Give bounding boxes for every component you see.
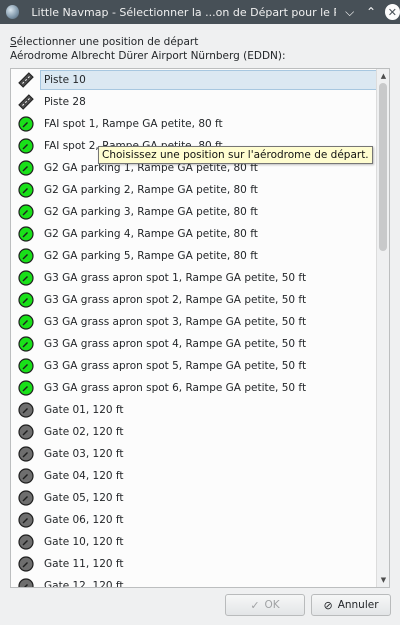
list-item[interactable]: G2 GA parking 4, Rampe GA petite, 80 ft	[11, 223, 377, 245]
list-item-label: Gate 04, 120 ft	[44, 470, 124, 482]
chevron-down-icon[interactable]: ⌵	[342, 4, 357, 20]
globe-icon[interactable]	[6, 5, 20, 19]
gate-icon	[18, 468, 34, 484]
parking-icon	[18, 160, 34, 176]
gate-icon	[18, 578, 34, 587]
chevron-up-icon[interactable]: ⌃	[363, 4, 378, 20]
list-item-label: Gate 10, 120 ft	[44, 536, 124, 548]
list-item-label: G3 GA grass apron spot 2, Rampe GA petit…	[44, 294, 307, 306]
list-item[interactable]: Gate 01, 120 ft	[11, 399, 377, 421]
parking-icon	[18, 226, 34, 242]
list-item[interactable]: G3 GA grass apron spot 4, Rampe GA petit…	[11, 333, 377, 355]
scrollbar-thumb[interactable]	[379, 83, 387, 251]
parking-icon	[18, 182, 34, 198]
check-icon: ✓	[250, 598, 260, 612]
list-item-label: Gate 02, 120 ft	[44, 426, 124, 438]
list-item[interactable]: Gate 12, 120 ft	[11, 575, 377, 588]
list-item[interactable]: G3 GA grass apron spot 5, Rampe GA petit…	[11, 355, 377, 377]
list-item-label: G3 GA grass apron spot 3, Rampe GA petit…	[44, 316, 307, 328]
parking-icon	[18, 380, 34, 396]
gate-icon	[18, 446, 34, 462]
list-item-label: Gate 05, 120 ft	[44, 492, 124, 504]
list-item[interactable]: Piste 28	[11, 91, 377, 113]
list-item[interactable]: Gate 06, 120 ft	[11, 509, 377, 531]
list-item-label: Gate 12, 120 ft	[44, 580, 124, 588]
gate-icon	[18, 402, 34, 418]
list-item[interactable]: G3 GA grass apron spot 6, Rampe GA petit…	[11, 377, 377, 399]
select-start-position-label: Sélectionner une position de départ	[10, 36, 198, 48]
list-item[interactable]: Gate 04, 120 ft	[11, 465, 377, 487]
list-item[interactable]: Gate 05, 120 ft	[11, 487, 377, 509]
parking-icon	[18, 358, 34, 374]
list-item[interactable]: G2 GA parking 2, Rampe GA petite, 80 ft	[11, 179, 377, 201]
list-item-label: Piste 28	[44, 96, 86, 108]
list-item-label: G3 GA grass apron spot 6, Rampe GA petit…	[44, 382, 307, 394]
cancel-button-label: Annuler	[337, 599, 379, 611]
cancel-button[interactable]: ⊘ Annuler	[311, 594, 391, 616]
close-icon[interactable]: ✕	[384, 4, 400, 20]
list-item[interactable]: Piste 10	[11, 69, 377, 91]
list-item-label: G2 GA parking 3, Rampe GA petite, 80 ft	[44, 206, 258, 218]
list-item[interactable]: G3 GA grass apron spot 1, Rampe GA petit…	[11, 267, 377, 289]
parking-icon	[18, 270, 34, 286]
list-item-label: G2 GA parking 4, Rampe GA petite, 80 ft	[44, 228, 258, 240]
gate-icon	[18, 490, 34, 506]
gate-icon	[18, 534, 34, 550]
parking-icon	[18, 138, 34, 154]
list-item-label: G3 GA grass apron spot 1, Rampe GA petit…	[44, 272, 307, 284]
cancel-icon: ⊘	[323, 598, 333, 612]
scroll-down-arrow-icon[interactable]: ▼	[377, 574, 389, 586]
parking-icon	[18, 314, 34, 330]
list-item[interactable]: G3 GA grass apron spot 2, Rampe GA petit…	[11, 289, 377, 311]
title-bar: Little Navmap - Sélectionner la ...on de…	[0, 0, 400, 24]
window-title: Little Navmap - Sélectionner la ...on de…	[31, 5, 336, 19]
parking-icon	[18, 292, 34, 308]
runway-icon	[18, 94, 34, 110]
parking-icon	[18, 248, 34, 264]
ok-button[interactable]: ✓ OK	[225, 594, 305, 616]
list-item[interactable]: G3 GA grass apron spot 3, Rampe GA petit…	[11, 311, 377, 333]
list-item-label: G2 GA parking 5, Rampe GA petite, 80 ft	[44, 250, 258, 262]
airport-label: Aérodrome Albrecht Dürer Airport Nürnber…	[10, 50, 286, 62]
list-item[interactable]: Gate 11, 120 ft	[11, 553, 377, 575]
list-item-label: Gate 11, 120 ft	[44, 558, 124, 570]
list-item-label: Piste 10	[40, 70, 377, 90]
gate-icon	[18, 424, 34, 440]
list-item-label: G2 GA parking 2, Rampe GA petite, 80 ft	[44, 184, 258, 196]
scroll-up-arrow-icon[interactable]: ▲	[377, 70, 389, 82]
tooltip: Choisissez une position sur l'aérodrome …	[98, 146, 373, 164]
parking-icon	[18, 116, 34, 132]
list-item[interactable]: FAI spot 1, Rampe GA petite, 80 ft	[11, 113, 377, 135]
list-item-label: G3 GA grass apron spot 4, Rampe GA petit…	[44, 338, 307, 350]
parking-icon	[18, 204, 34, 220]
list-item-label: Gate 03, 120 ft	[44, 448, 124, 460]
mnemonic-char: S	[10, 36, 17, 48]
parking-icon	[18, 336, 34, 352]
list-item-label: G3 GA grass apron spot 5, Rampe GA petit…	[44, 360, 307, 372]
list-item[interactable]: Gate 10, 120 ft	[11, 531, 377, 553]
runway-icon	[18, 72, 34, 88]
ok-button-label: OK	[264, 599, 280, 611]
select-label-text: électionner une position de départ	[16, 36, 199, 48]
vertical-scrollbar[interactable]: ▲ ▼	[376, 69, 389, 587]
list-item-label: Gate 01, 120 ft	[44, 404, 124, 416]
gate-icon	[18, 556, 34, 572]
list-item[interactable]: G2 GA parking 3, Rampe GA petite, 80 ft	[11, 201, 377, 223]
gate-icon	[18, 512, 34, 528]
list-item-label: FAI spot 1, Rampe GA petite, 80 ft	[44, 118, 223, 130]
list-item[interactable]: G2 GA parking 5, Rampe GA petite, 80 ft	[11, 245, 377, 267]
list-item[interactable]: Gate 03, 120 ft	[11, 443, 377, 465]
list-item-label: Gate 06, 120 ft	[44, 514, 124, 526]
list-item[interactable]: Gate 02, 120 ft	[11, 421, 377, 443]
